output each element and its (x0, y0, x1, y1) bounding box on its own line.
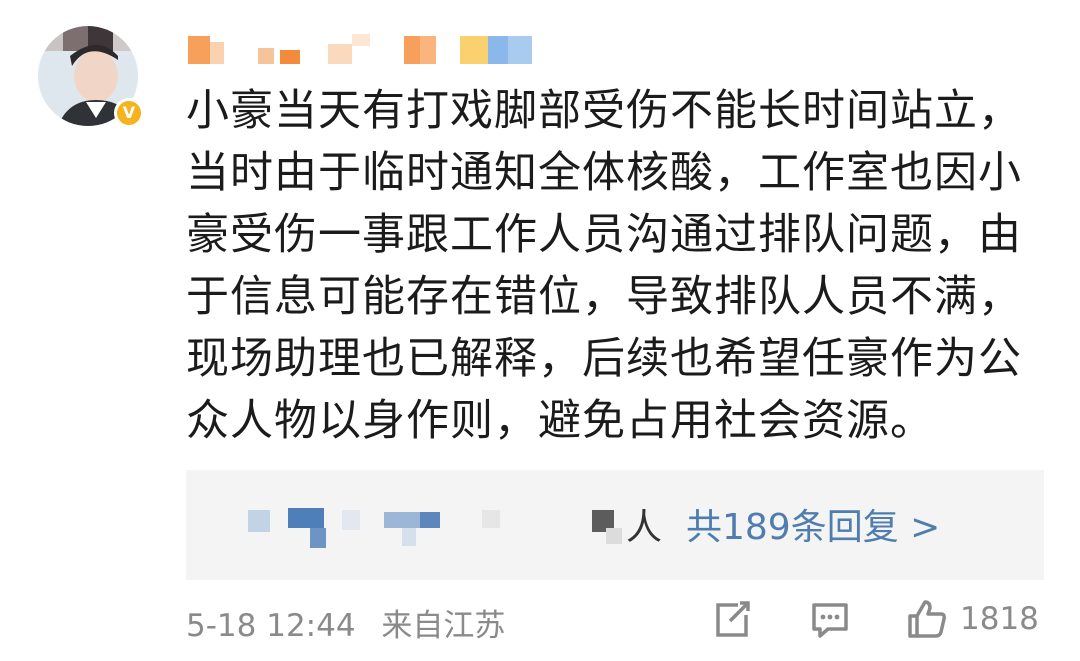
reply-people-label: 人 (626, 507, 663, 548)
share-button[interactable] (710, 596, 754, 642)
like-button[interactable]: 1818 (904, 596, 1039, 642)
verified-badge-icon: V (114, 98, 144, 128)
comment-line: 当时由于临时通知全体核酸，工作室也因小 (186, 148, 1022, 198)
comment-line: 于信息可能存在错位，导致排队人员不满， (186, 272, 1022, 322)
comment-button[interactable] (808, 596, 852, 642)
reply-users-pixelated (186, 470, 666, 580)
comment-date: 5-18 (186, 608, 257, 644)
comment-line: 小豪当天有打戏脚部受伤不能长时间站立， (186, 86, 1022, 136)
reply-preview[interactable]: 人 共189条回复 > (186, 470, 1044, 580)
thumbs-up-icon (908, 600, 946, 638)
share-icon (716, 601, 750, 637)
view-replies-link[interactable]: 共189条回复 > (686, 498, 940, 550)
comment-line: 豪受伤一事跟工作人员沟通过排队问题，由 (186, 210, 1022, 260)
username-pixelated[interactable] (188, 30, 548, 70)
comment-line: 现场助理也已解释，后续也希望任豪作为公 (186, 334, 1022, 384)
comment-footer: 5-18 12:44 来自江苏 1818 (186, 596, 1046, 646)
like-count: 1818 (960, 601, 1039, 637)
comment-meta: 5-18 12:44 来自江苏 (186, 600, 505, 645)
comment-icon (812, 603, 848, 638)
comment-location: 来自江苏 (381, 608, 506, 644)
avatar-container[interactable]: V (38, 26, 146, 134)
comment-time: 12:44 (266, 608, 356, 644)
comment-line: 众人物以身作则，避免占用社会资源。 (186, 396, 934, 446)
comment-text: 小豪当天有打戏脚部受伤不能长时间站立， 当时由于临时通知全体核酸，工作室也因小 … (186, 80, 1036, 452)
